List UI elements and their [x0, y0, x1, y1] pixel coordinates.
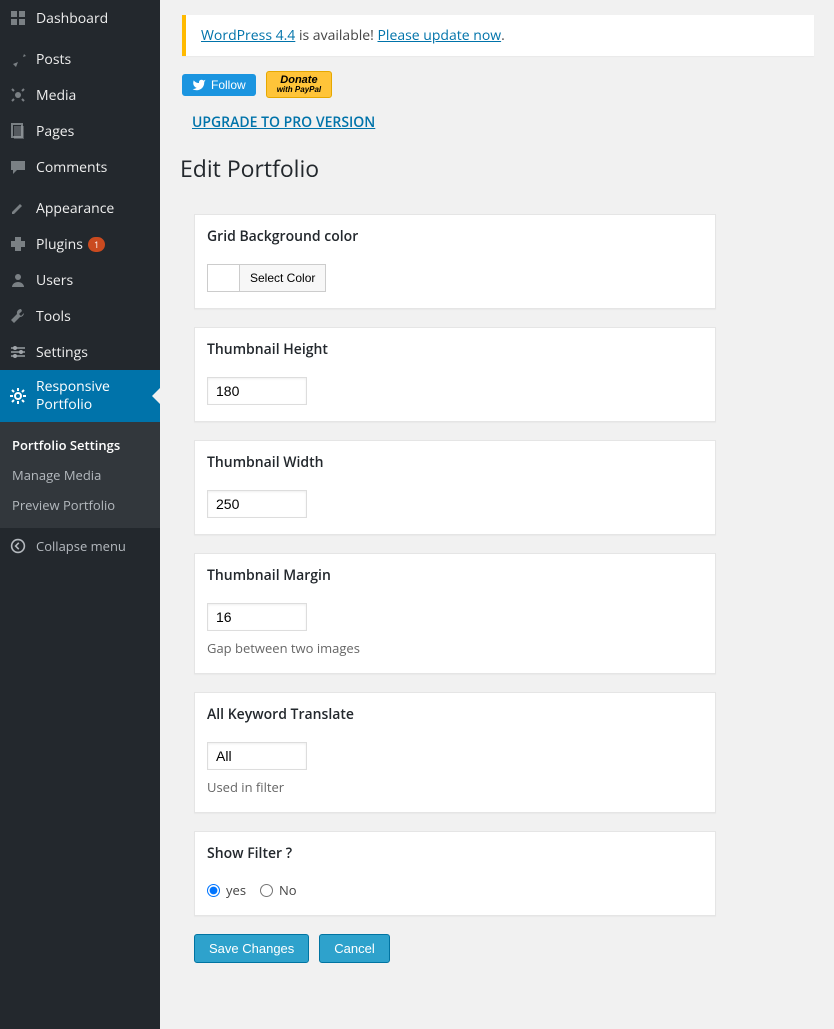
sidebar-item-appearance[interactable]: Appearance — [0, 190, 160, 226]
thumbnail-height-input[interactable] — [207, 377, 307, 405]
sidebar-label: Plugins — [36, 235, 83, 254]
twitter-follow-button[interactable]: Follow — [182, 74, 256, 96]
thumbnail-width-input[interactable] — [207, 490, 307, 518]
update-now-link[interactable]: Please update now — [378, 26, 502, 45]
color-swatch[interactable] — [208, 265, 240, 291]
field-title: Thumbnail Margin — [207, 566, 703, 585]
settings-icon — [8, 342, 28, 362]
wordpress-version-link[interactable]: WordPress 4.4 — [201, 26, 295, 45]
collapse-menu[interactable]: Collapse menu — [0, 528, 160, 564]
sidebar-label: Users — [36, 271, 73, 290]
twitter-icon — [192, 78, 206, 92]
sidebar-item-responsive-portfolio[interactable]: Responsive Portfolio — [0, 370, 160, 422]
field-show-filter: Show Filter ? yes No — [194, 831, 716, 916]
sidebar-label: Dashboard — [36, 9, 108, 28]
sidebar-label: Media — [36, 86, 76, 105]
sidebar-label: Comments — [36, 158, 107, 177]
sidebar-label: Appearance — [36, 199, 114, 218]
radio-no-text: No — [279, 881, 297, 899]
appearance-icon — [8, 198, 28, 218]
radio-yes-text: yes — [226, 881, 246, 899]
media-icon — [8, 85, 28, 105]
sidebar-item-comments[interactable]: Comments — [0, 149, 160, 185]
field-thumbnail-width: Thumbnail Width — [194, 440, 716, 535]
update-notice: WordPress 4.4 is available! Please updat… — [182, 15, 814, 56]
sidebar-label: Tools — [36, 307, 71, 326]
submenu-manage-media[interactable]: Manage Media — [0, 460, 160, 490]
main-content: WordPress 4.4 is available! Please updat… — [160, 0, 834, 1029]
field-title: Grid Background color — [207, 227, 703, 246]
field-grid-bg-color: Grid Background color Select Color — [194, 214, 716, 309]
field-thumbnail-margin: Thumbnail Margin Gap between two images — [194, 553, 716, 674]
field-title: Thumbnail Height — [207, 340, 703, 359]
cancel-button[interactable]: Cancel — [319, 934, 389, 963]
upgrade-link[interactable]: UPGRADE TO PRO VERSION — [192, 113, 814, 132]
radio-no[interactable] — [260, 884, 273, 897]
select-color-button[interactable]: Select Color — [240, 265, 325, 291]
pages-icon — [8, 121, 28, 141]
sidebar-label: Settings — [36, 343, 88, 362]
plugins-icon — [8, 234, 28, 254]
sidebar-label: Posts — [36, 50, 71, 69]
sidebar-item-users[interactable]: Users — [0, 262, 160, 298]
save-button[interactable]: Save Changes — [194, 934, 309, 963]
submenu: Portfolio Settings Manage Media Preview … — [0, 422, 160, 528]
field-helper: Gap between two images — [207, 639, 703, 657]
page-title: Edit Portfolio — [180, 152, 814, 184]
sidebar-item-media[interactable]: Media — [0, 77, 160, 113]
form-area: Grid Background color Select Color Thumb… — [180, 214, 814, 963]
field-title: Thumbnail Width — [207, 453, 703, 472]
gear-icon — [8, 386, 28, 406]
button-row: Save Changes Cancel — [194, 934, 814, 963]
sidebar-item-pages[interactable]: Pages — [0, 113, 160, 149]
field-thumbnail-height: Thumbnail Height — [194, 327, 716, 422]
follow-label: Follow — [211, 78, 246, 92]
action-row: Follow Donate with PayPal — [182, 71, 814, 98]
radio-yes-label[interactable]: yes — [207, 881, 246, 899]
field-title: Show Filter ? — [207, 844, 703, 863]
collapse-label: Collapse menu — [36, 537, 126, 555]
admin-sidebar: Dashboard Posts Media Pages Comments App… — [0, 0, 160, 1029]
radio-row: yes No — [207, 881, 703, 899]
submenu-preview-portfolio[interactable]: Preview Portfolio — [0, 490, 160, 520]
notice-text: is available! — [295, 26, 377, 45]
users-icon — [8, 270, 28, 290]
sidebar-item-dashboard[interactable]: Dashboard — [0, 0, 160, 36]
radio-yes[interactable] — [207, 884, 220, 897]
notice-suffix: . — [501, 26, 505, 45]
comments-icon — [8, 157, 28, 177]
plugins-badge: 1 — [88, 237, 105, 252]
sidebar-label: Pages — [36, 122, 74, 141]
thumbnail-margin-input[interactable] — [207, 603, 307, 631]
donate-label-2: with PayPal — [277, 86, 321, 94]
sidebar-item-posts[interactable]: Posts — [0, 41, 160, 77]
field-title: All Keyword Translate — [207, 705, 703, 724]
donate-button[interactable]: Donate with PayPal — [266, 71, 332, 98]
tools-icon — [8, 306, 28, 326]
sidebar-label: Responsive Portfolio — [36, 378, 152, 414]
sidebar-item-settings[interactable]: Settings — [0, 334, 160, 370]
field-all-keyword: All Keyword Translate Used in filter — [194, 692, 716, 813]
collapse-icon — [8, 536, 28, 556]
color-picker: Select Color — [207, 264, 326, 292]
field-helper: Used in filter — [207, 778, 703, 796]
all-keyword-input[interactable] — [207, 742, 307, 770]
sidebar-item-plugins[interactable]: Plugins 1 — [0, 226, 160, 262]
pin-icon — [8, 49, 28, 69]
submenu-portfolio-settings[interactable]: Portfolio Settings — [0, 430, 160, 460]
radio-no-label[interactable]: No — [260, 881, 297, 899]
sidebar-item-tools[interactable]: Tools — [0, 298, 160, 334]
dashboard-icon — [8, 8, 28, 28]
